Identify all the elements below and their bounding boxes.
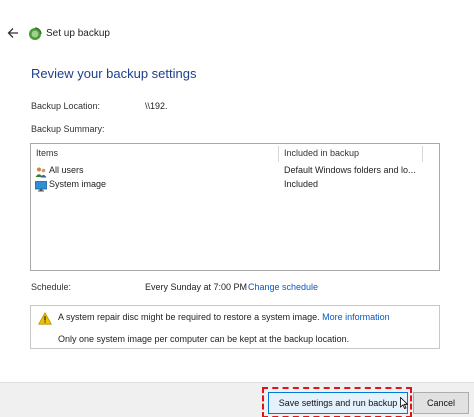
notice-box: A system repair disc might be required t… bbox=[30, 305, 440, 349]
column-separator bbox=[278, 146, 279, 162]
title-bar: Set up backup bbox=[0, 20, 474, 50]
footer-bar: Save settings and run backup Cancel bbox=[0, 382, 474, 417]
backup-location-label: Backup Location: bbox=[31, 101, 101, 111]
cancel-button[interactable]: Cancel bbox=[413, 392, 469, 414]
mouse-cursor-icon bbox=[400, 396, 409, 410]
schedule-label: Schedule: bbox=[31, 282, 72, 292]
change-schedule-link[interactable]: Change schedule bbox=[248, 282, 318, 292]
list-item-included: Default Windows folders and lo... bbox=[284, 165, 416, 175]
warning-icon bbox=[38, 311, 52, 325]
backup-summary-list[interactable]: Items Included in backup All users Defau… bbox=[30, 143, 440, 271]
backup-icon bbox=[28, 27, 42, 41]
monitor-icon bbox=[35, 179, 47, 192]
list-item[interactable]: System image Included bbox=[31, 178, 439, 192]
schedule-value: Every Sunday at 7:00 PM bbox=[145, 282, 248, 292]
more-information-link[interactable]: More information bbox=[322, 312, 390, 322]
page-heading: Review your backup settings bbox=[31, 66, 197, 81]
save-and-run-backup-button[interactable]: Save settings and run backup bbox=[268, 392, 408, 414]
list-item-name: System image bbox=[49, 179, 107, 189]
backup-summary-label: Backup Summary: bbox=[31, 124, 105, 134]
window-title: Set up backup bbox=[46, 28, 110, 39]
column-separator bbox=[422, 146, 423, 162]
info-text: Only one system image per computer can b… bbox=[58, 334, 350, 344]
backup-location-value: \\192. bbox=[145, 101, 168, 111]
warning-text: A system repair disc might be required t… bbox=[58, 312, 320, 322]
list-item-name: All users bbox=[49, 165, 84, 175]
column-header-items[interactable]: Items bbox=[36, 148, 58, 158]
list-item[interactable]: All users Default Windows folders and lo… bbox=[31, 164, 439, 178]
list-item-included: Included bbox=[284, 179, 319, 189]
back-arrow-icon[interactable] bbox=[6, 26, 20, 40]
column-header-included[interactable]: Included in backup bbox=[284, 148, 359, 158]
users-icon bbox=[35, 165, 47, 178]
